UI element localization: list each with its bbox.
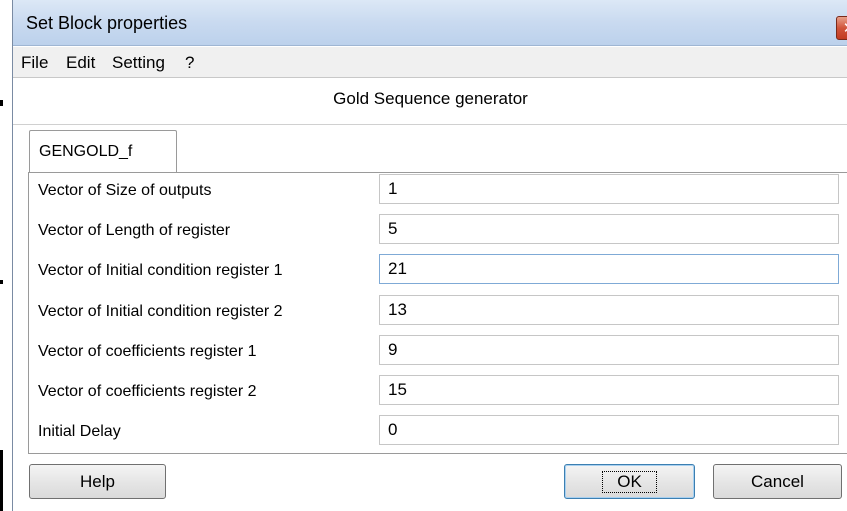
- background-window-edge: [0, 0, 12, 511]
- title-bar[interactable]: Set Block properties ✕: [13, 0, 847, 46]
- initial-condition-register-2-input[interactable]: [379, 295, 839, 325]
- menu-file[interactable]: File: [21, 53, 48, 73]
- edge-mark: [0, 450, 3, 511]
- close-icon: ✕: [843, 19, 847, 37]
- divider: [13, 124, 847, 125]
- tab-label: GENGOLD_f: [39, 143, 133, 160]
- menu-bar: File Edit Setting ?: [13, 47, 847, 78]
- window-title: Set Block properties: [26, 13, 188, 33]
- field-label-initial-delay: Initial Delay: [38, 423, 121, 440]
- dialog-window: Set Block properties ✕ File Edit Setting…: [12, 0, 847, 511]
- field-label-coefficients-register-2: Vector of coefficients register 2: [38, 383, 257, 400]
- block-title: Gold Sequence generator: [333, 89, 528, 108]
- tab-gengold[interactable]: GENGOLD_f: [29, 130, 177, 173]
- help-button[interactable]: Help: [29, 464, 166, 499]
- close-button[interactable]: ✕: [836, 16, 847, 40]
- edge-mark: [0, 100, 3, 106]
- ok-button-label: OK: [602, 470, 657, 493]
- menu-edit[interactable]: Edit: [66, 53, 95, 73]
- initial-condition-register-1-input[interactable]: [379, 254, 839, 284]
- field-label-length-of-register: Vector of Length of register: [38, 222, 231, 239]
- parameters-panel: Vector of Size of outputs Vector of Leng…: [28, 172, 847, 454]
- size-of-outputs-input[interactable]: [379, 174, 839, 204]
- field-label-initial-condition-register-2: Vector of Initial condition register 2: [38, 303, 283, 320]
- ok-button[interactable]: OK: [564, 464, 695, 499]
- length-of-register-input[interactable]: [379, 214, 839, 244]
- menu-help[interactable]: ?: [185, 53, 194, 73]
- field-label-size-of-outputs: Vector of Size of outputs: [38, 182, 212, 199]
- field-label-initial-condition-register-1: Vector of Initial condition register 1: [38, 262, 283, 279]
- edge-mark: [0, 280, 3, 284]
- menu-setting[interactable]: Setting: [112, 53, 165, 73]
- coefficients-register-1-input[interactable]: [379, 335, 839, 365]
- cancel-button[interactable]: Cancel: [713, 464, 842, 499]
- coefficients-register-2-input[interactable]: [379, 375, 839, 405]
- field-label-coefficients-register-1: Vector of coefficients register 1: [38, 343, 257, 360]
- initial-delay-input[interactable]: [379, 415, 839, 445]
